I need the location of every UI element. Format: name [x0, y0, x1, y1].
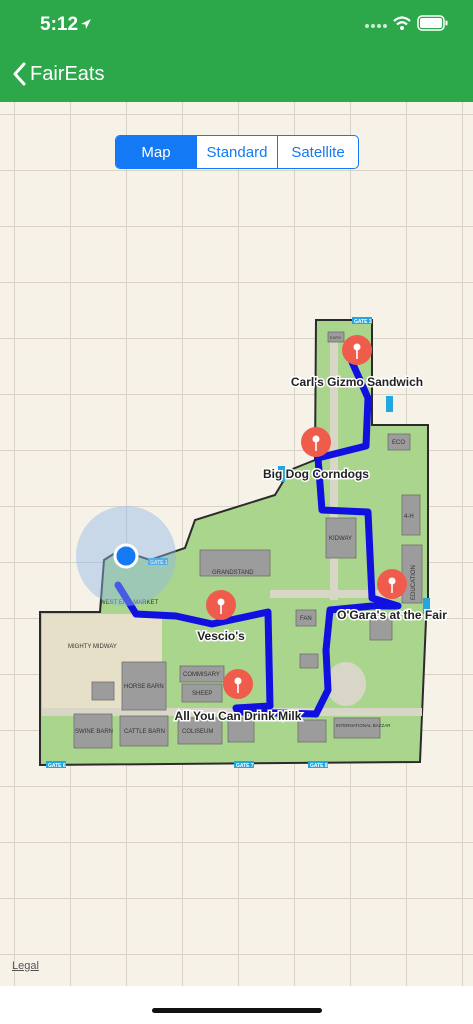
navigation-bar: FairEats: [0, 50, 473, 102]
wifi-icon: [393, 16, 411, 30]
label-commisary: COMMISARY: [183, 672, 220, 678]
pin-carls-gizmo-sandwich[interactable]: Carl's Gizmo Sandwich: [289, 335, 425, 391]
gate-8-label: GATE 8: [310, 763, 328, 769]
battery-icon: [417, 15, 448, 31]
back-button-label: FairEats: [30, 62, 105, 85]
pin-label: O'Gara's at the Fair: [337, 608, 447, 622]
gate-3: GATE 3: [352, 317, 372, 325]
gate-6: GATE 6: [46, 761, 66, 769]
building-misc-3: [91, 681, 115, 701]
fair-map[interactable]: GRANDSTAND WEST END MARKET MIGHTY MIDWAY…: [0, 102, 473, 986]
label-horse-barn: HORSE BARN: [124, 684, 164, 690]
label-coliseum: COLISEUM: [182, 729, 213, 735]
pin-label: Vescio's: [197, 629, 245, 643]
gate-3-label: GATE 3: [354, 319, 372, 325]
status-bar: 5:12: [0, 0, 473, 50]
building-bazzar: [333, 717, 381, 739]
label-international-bazzar: INTERNATIONAL BAZZAR: [336, 723, 391, 728]
chevron-left-icon: [13, 62, 26, 86]
pin-label: Carl's Gizmo Sandwich: [291, 375, 423, 389]
label-education: EDUCATION: [411, 565, 417, 600]
legal-link[interactable]: Legal: [12, 960, 39, 972]
label-cattle-barn: CATTLE BARN: [124, 729, 165, 735]
label-fan: FAN: [300, 616, 312, 622]
segment-standard[interactable]: Standard: [196, 136, 277, 168]
back-button[interactable]: FairEats: [12, 62, 104, 86]
status-time: 5:12: [40, 14, 79, 35]
label-sheep: SHEEP: [192, 691, 212, 697]
location-arrow-icon: [81, 19, 91, 29]
label-swine-barn: SWINE BARN: [75, 729, 113, 735]
label-mighty-midway: MIGHTY MIDWAY: [68, 644, 117, 650]
pin-label: All You Can Drink Milk: [175, 709, 302, 723]
home-indicator-area: [0, 986, 473, 1024]
gate-6-label: GATE 6: [48, 763, 66, 769]
label-4h: 4-H: [404, 514, 414, 520]
user-location-dot[interactable]: [113, 543, 139, 569]
home-indicator[interactable]: [152, 1008, 322, 1013]
building-misc-1: [297, 719, 327, 743]
gate-marker-east-1: [386, 396, 393, 412]
map-type-segmented-control[interactable]: Map Standard Satellite: [115, 135, 359, 169]
segment-map[interactable]: Map: [116, 136, 196, 168]
segment-satellite[interactable]: Satellite: [277, 136, 358, 168]
label-eco: ECO: [392, 440, 405, 446]
map-view[interactable]: GRANDSTAND WEST END MARKET MIGHTY MIDWAY…: [0, 102, 473, 986]
culture-ring: [326, 662, 366, 706]
gate-7: GATE 7: [234, 761, 254, 769]
label-grandstand: GRANDSTAND: [212, 570, 254, 576]
gate-7-label: GATE 7: [236, 763, 254, 769]
label-expo: EXPO: [330, 335, 341, 340]
pin-label: Big Dog Corndogs: [263, 467, 369, 481]
gate-8: GATE 8: [308, 761, 328, 769]
label-kidway: KIDWAY: [329, 536, 352, 542]
signal-dots-icon: [365, 24, 387, 28]
building-misc-5: [299, 653, 319, 669]
